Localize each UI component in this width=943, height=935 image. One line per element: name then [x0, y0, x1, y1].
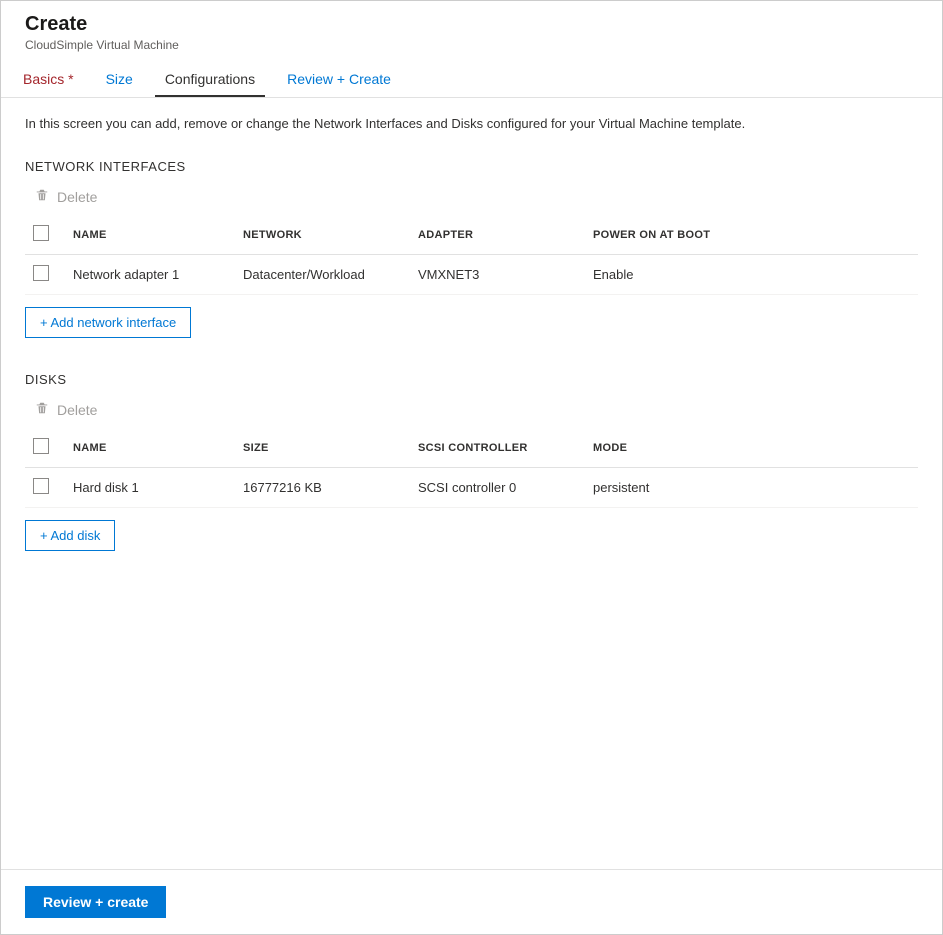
network-interfaces-heading: NETWORK INTERFACES — [25, 159, 918, 174]
page-title: Create — [25, 13, 918, 36]
cell-size: 16777216 KB — [235, 468, 410, 508]
row-checkbox[interactable] — [33, 265, 49, 281]
cell-adapter: VMXNET3 — [410, 255, 585, 295]
column-header-mode[interactable]: MODE — [585, 428, 918, 468]
delete-label: Delete — [57, 402, 97, 418]
delete-label: Delete — [57, 189, 97, 205]
cell-power: Enable — [585, 255, 918, 295]
add-disk-button[interactable]: + Add disk — [25, 520, 115, 551]
column-header-name[interactable]: NAME — [65, 428, 235, 468]
disks-section: DISKS Delete NAME SIZE SCSI CONTROLLER M… — [25, 372, 918, 551]
table-row[interactable]: Network adapter 1 Datacenter/Workload VM… — [25, 255, 918, 295]
disks-delete-button[interactable]: Delete — [25, 401, 918, 418]
table-row[interactable]: Hard disk 1 16777216 KB SCSI controller … — [25, 468, 918, 508]
network-interfaces-section: NETWORK INTERFACES Delete NAME NETWORK A… — [25, 159, 918, 338]
page-subtitle: CloudSimple Virtual Machine — [25, 38, 918, 52]
column-header-adapter[interactable]: ADAPTER — [410, 215, 585, 255]
column-header-size[interactable]: SIZE — [235, 428, 410, 468]
select-all-checkbox[interactable] — [33, 438, 49, 454]
column-header-name[interactable]: NAME — [65, 215, 235, 255]
table-header-row: NAME NETWORK ADAPTER POWER ON AT BOOT — [25, 215, 918, 255]
disks-heading: DISKS — [25, 372, 918, 387]
content-area: In this screen you can add, remove or ch… — [1, 98, 942, 869]
tab-basics[interactable]: Basics — [13, 63, 84, 97]
disks-table: NAME SIZE SCSI CONTROLLER MODE Hard disk… — [25, 428, 918, 508]
review-create-button[interactable]: Review + create — [25, 886, 166, 918]
trash-icon — [35, 188, 49, 205]
network-delete-button[interactable]: Delete — [25, 188, 918, 205]
cell-mode: persistent — [585, 468, 918, 508]
tab-review-create[interactable]: Review + Create — [277, 63, 401, 97]
add-network-interface-button[interactable]: + Add network interface — [25, 307, 191, 338]
column-header-scsi[interactable]: SCSI CONTROLLER — [410, 428, 585, 468]
column-header-network[interactable]: NETWORK — [235, 215, 410, 255]
tab-bar: Basics Size Configurations Review + Crea… — [1, 62, 942, 98]
row-checkbox[interactable] — [33, 478, 49, 494]
cell-network: Datacenter/Workload — [235, 255, 410, 295]
cell-name: Hard disk 1 — [65, 468, 235, 508]
trash-icon — [35, 401, 49, 418]
tab-configurations[interactable]: Configurations — [155, 63, 265, 97]
column-header-power[interactable]: POWER ON AT BOOT — [585, 215, 918, 255]
network-interfaces-table: NAME NETWORK ADAPTER POWER ON AT BOOT Ne… — [25, 215, 918, 295]
description-text: In this screen you can add, remove or ch… — [25, 116, 918, 131]
tab-size[interactable]: Size — [96, 63, 143, 97]
cell-scsi: SCSI controller 0 — [410, 468, 585, 508]
select-all-checkbox[interactable] — [33, 225, 49, 241]
footer: Review + create — [1, 869, 942, 934]
page-header: Create CloudSimple Virtual Machine — [1, 1, 942, 62]
cell-name: Network adapter 1 — [65, 255, 235, 295]
table-header-row: NAME SIZE SCSI CONTROLLER MODE — [25, 428, 918, 468]
